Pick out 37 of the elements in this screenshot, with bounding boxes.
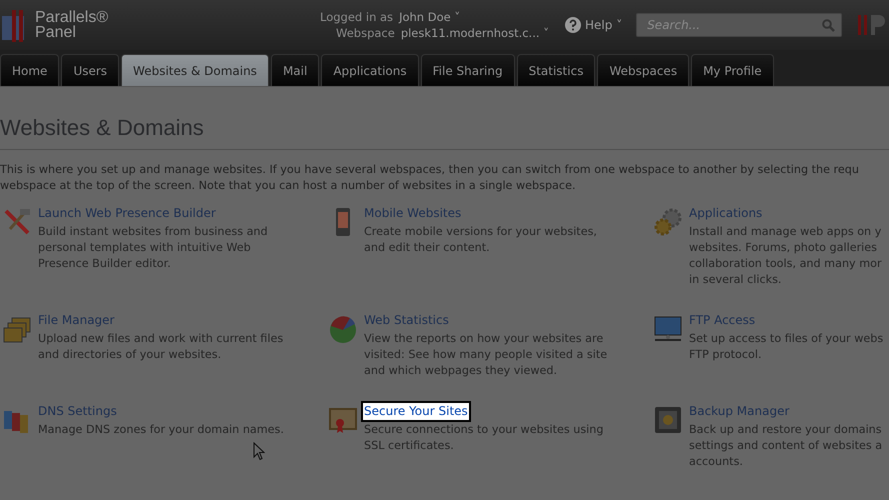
login-label: Logged in as xyxy=(320,10,394,24)
tool-description: Install and manage web apps on y websites. Forums, photo galleries collaboration tools, and many mor in several clicks. xyxy=(689,224,882,288)
certificate-icon xyxy=(328,405,358,435)
nav-tab[interactable]: Mail xyxy=(270,54,320,86)
logo-brand: Parallels® xyxy=(35,10,108,25)
tool-link[interactable]: Secure Your Sites xyxy=(361,401,471,422)
nav-tab[interactable]: My Profile xyxy=(691,54,774,86)
nav-tab[interactable]: File Sharing xyxy=(420,54,515,86)
help-menu[interactable]: Help ˅ xyxy=(565,17,622,33)
user-menu[interactable]: John Doe ˅ xyxy=(399,10,460,24)
monitor-icon xyxy=(653,314,683,344)
safe-icon xyxy=(653,405,683,435)
webspace-selector[interactable]: plesk11.modernhost.c... ˅ xyxy=(400,26,549,40)
tool-description: Manage DNS zones for your domain names. xyxy=(38,422,284,438)
webspace-label: Webspace xyxy=(336,26,395,40)
help-icon xyxy=(565,17,581,33)
tool-description: Create mobile versions for your websites, and edit their content. xyxy=(364,224,597,256)
mouse-cursor-icon xyxy=(253,442,265,461)
nav-tab[interactable]: Users xyxy=(61,54,120,86)
tool-description: Set up access to files of your webs FTP protocol. xyxy=(689,331,884,363)
gears-icon xyxy=(653,207,683,237)
nav-tab[interactable]: Webspaces xyxy=(597,54,690,86)
tool-description: Back up and restore your domains settings and content of websites a accounts. xyxy=(689,422,882,470)
tool-description: Build instant websites from business and personal templates with intuitive Web Presence Builder editor. xyxy=(38,224,268,272)
hammer-pencil-icon xyxy=(2,207,32,237)
tool-description: Secure connections to your websites using SSL certificates. xyxy=(364,422,604,454)
tool-description: Upload new files and work with current files and directories of your websites. xyxy=(38,331,284,363)
nav-tab[interactable]: Websites & Domains xyxy=(121,54,269,86)
nav-tab[interactable]: Statistics xyxy=(516,54,596,86)
nav-tab[interactable]: Home xyxy=(0,54,60,86)
intro-text: This is where you set up and manage websites. If you have several webspaces, then you can switch from one webspace to another by selecting the requ webspace at the top of the screen. Note that you can host a number of websites in a single webspace. xyxy=(0,162,860,194)
pie-chart-icon xyxy=(328,314,358,344)
search-icon xyxy=(822,18,836,32)
nav-tab[interactable]: Applications xyxy=(321,54,419,86)
tool-description: View the reports on how your websites are visited: See how many people visited a site and which webpages they viewed. xyxy=(364,331,608,379)
page-title: Websites & Domains xyxy=(0,115,889,150)
logo-product: Panel xyxy=(35,25,77,40)
